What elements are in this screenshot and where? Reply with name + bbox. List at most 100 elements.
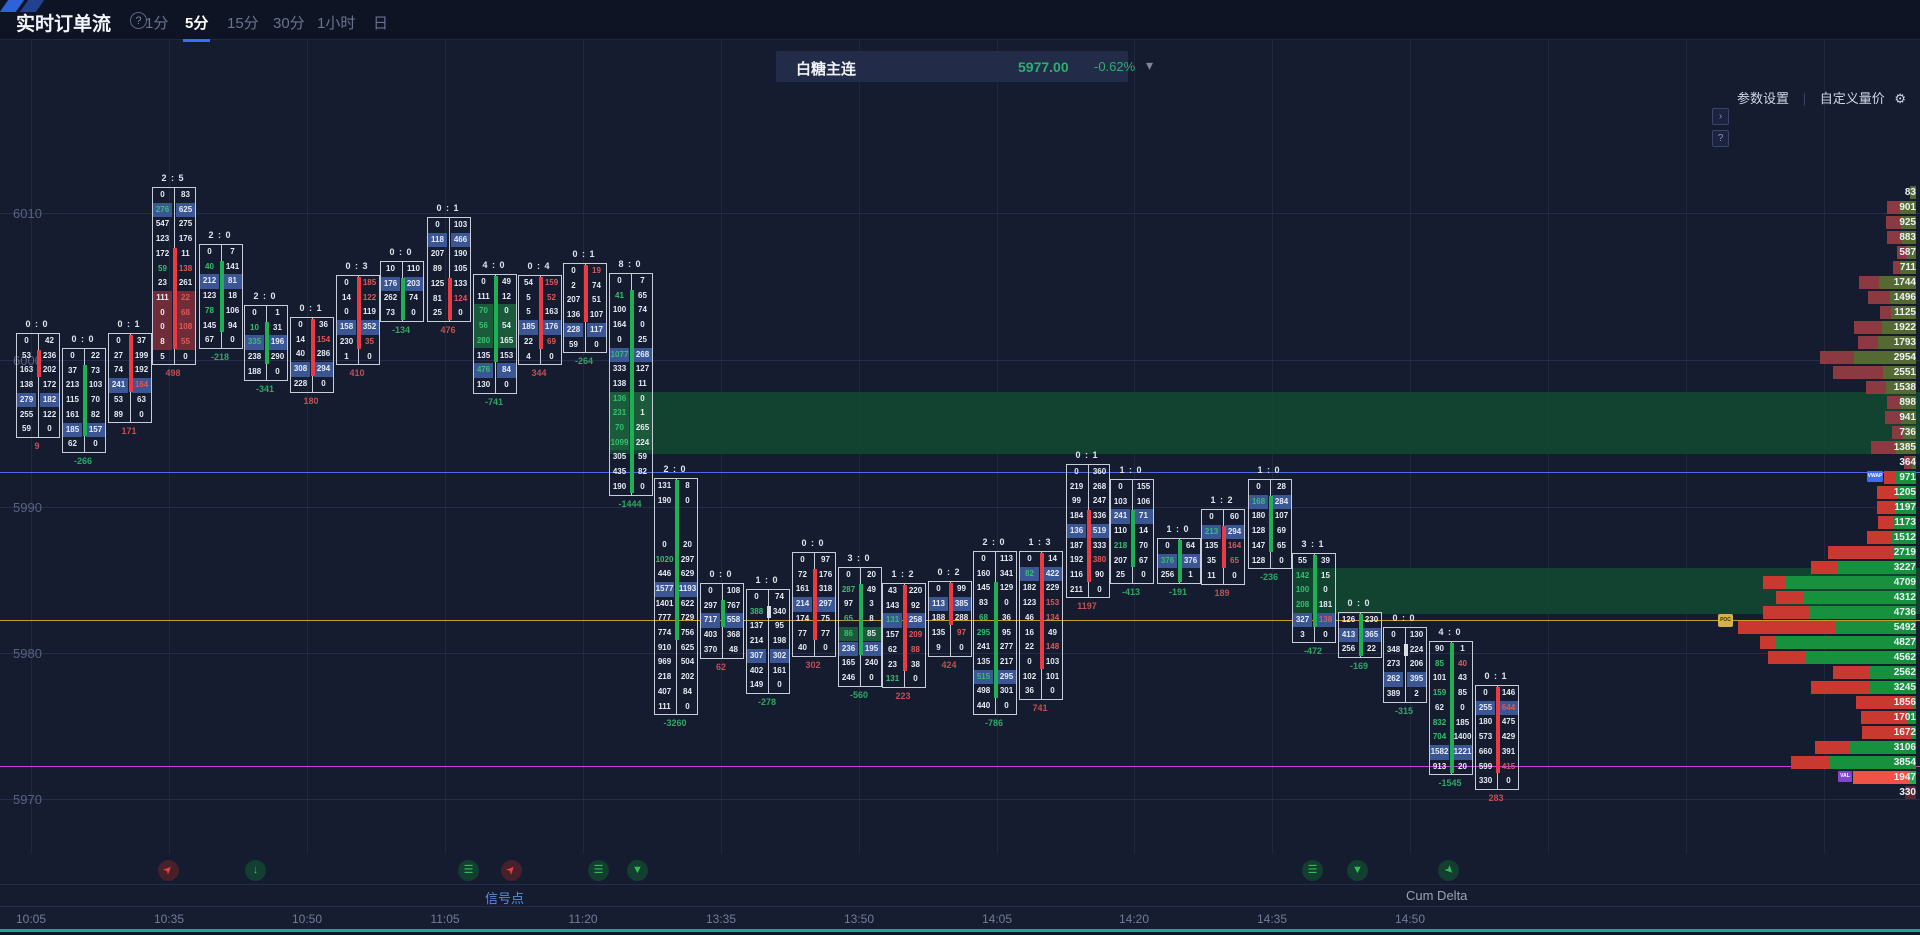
sell-volume-bar — [1815, 741, 1850, 754]
bid-cell: 660 — [1476, 745, 1495, 760]
tab-1hour[interactable]: 1小时 — [317, 12, 355, 33]
ask-cell: 341 — [997, 567, 1016, 582]
candle-body-line — [903, 585, 907, 671]
arrow-down-green-signal-icon[interactable]: ↓ — [245, 860, 266, 881]
layers-green-signal-icon[interactable]: ☰ — [1302, 860, 1323, 881]
bid-cell: 9 — [929, 641, 948, 656]
delta-footer: 498 — [138, 368, 208, 378]
triangle-down-green-signal-icon[interactable]: ▼ — [627, 860, 648, 881]
chevron-down-icon[interactable]: ▾ — [1146, 57, 1153, 74]
imbalance-header: 0 : 1 — [549, 249, 619, 259]
ask-cell: 0 — [314, 377, 333, 392]
time-axis[interactable]: 10:0510:3510:5011:0511:2013:3513:5014:05… — [0, 906, 1920, 929]
ask-cell: 82 — [86, 408, 105, 423]
bid-cell: 78 — [200, 304, 219, 319]
time-axis-label: 14:35 — [1242, 912, 1302, 926]
imbalance-header: 0 : 0 — [366, 247, 436, 257]
ask-cell: 340 — [770, 605, 789, 620]
bid-cell: 86 — [839, 627, 858, 642]
layers-green-signal-icon[interactable]: ☰ — [588, 860, 609, 881]
panel-help-button[interactable]: ? — [1712, 130, 1729, 147]
ask-cell: 127 — [633, 362, 652, 377]
bid-cell: 1077 — [610, 348, 629, 363]
ask-cell: 95 — [770, 619, 789, 634]
sell-volume-bar — [1877, 501, 1895, 514]
volume-profile-row: 3106 — [1815, 741, 1916, 754]
instrument-selector[interactable]: 白糖主连 5977.00 -0.62% ▾ — [776, 51, 1128, 82]
candle-body-line — [1269, 496, 1273, 553]
ask-cell: 0 — [497, 304, 516, 319]
bid-cell: 262 — [1384, 672, 1403, 687]
sell-volume-bar — [1811, 681, 1869, 694]
footprint-chart[interactable]: 601060005990598059700 : 0042532361632021… — [0, 40, 1920, 906]
bid-cell: 118 — [428, 233, 447, 248]
tab-5min[interactable]: 5分 — [185, 12, 208, 33]
volume-profile-value: 4827 — [1894, 636, 1916, 649]
bid-cell: 774 — [655, 626, 674, 641]
layers-green-signal-icon[interactable]: ☰ — [458, 860, 479, 881]
bid-cell: 65 — [839, 612, 858, 627]
ask-cell: 0 — [678, 494, 697, 509]
horizontal-gridline — [0, 507, 1920, 508]
delta-footer: 741 — [1005, 703, 1075, 713]
volume-profile-row: 1125 — [1880, 306, 1916, 319]
bid-cell: 14 — [291, 333, 310, 348]
ask-cell: 60 — [1225, 510, 1244, 525]
candle-box: 0360219268992471843361365191873331923801… — [1066, 464, 1110, 598]
bid-cell: 54 — [519, 276, 538, 291]
gear-icon[interactable]: ⚙ — [1894, 91, 1906, 106]
bid-cell: 40 — [200, 260, 219, 275]
tab-15min[interactable]: 15分 — [227, 12, 259, 33]
bid-cell: 126 — [1339, 613, 1358, 628]
imbalance-header: 1 : 0 — [1234, 465, 1304, 475]
bid-cell: 1099 — [610, 436, 629, 451]
volume-profile-row: 1672 — [1862, 726, 1916, 739]
bid-cell: 219 — [1067, 480, 1086, 495]
volume-profile-value: 330 — [1899, 786, 1916, 799]
ask-cell: 12 — [497, 290, 516, 305]
bid-cell: 295 — [974, 626, 993, 641]
volume-profile-row: 4736 — [1763, 606, 1916, 619]
volume-profile-value: 4709 — [1894, 576, 1916, 589]
ask-cell: 7 — [223, 245, 242, 260]
ask-cell: 0 — [816, 641, 835, 656]
tab-day[interactable]: 日 — [373, 12, 388, 33]
expand-button[interactable]: › — [1712, 108, 1729, 125]
bid-cell: 89 — [109, 408, 128, 423]
bid-cell — [655, 523, 674, 538]
tab-30min[interactable]: 30分 — [273, 12, 305, 33]
bid-cell: 0 — [153, 320, 172, 335]
ask-cell: 75 — [816, 612, 835, 627]
bid-cell: 0 — [63, 349, 82, 364]
bid-cell: 188 — [929, 611, 948, 626]
bid-cell: 185 — [519, 320, 538, 335]
bid-cell: 207 — [428, 247, 447, 262]
horizontal-gridline — [0, 799, 1920, 800]
volume-profile-row: 4827 — [1760, 636, 1916, 649]
ask-cell: 37 — [132, 334, 151, 349]
bid-cell: 0 — [153, 188, 172, 203]
sell-volume-bar — [1828, 546, 1894, 559]
bid-cell: 307 — [747, 649, 766, 664]
bid-cell: 97 — [839, 597, 858, 612]
bid-cell: 55 — [1293, 554, 1312, 569]
ask-cell: 92 — [906, 599, 925, 614]
ask-cell: 265 — [633, 421, 652, 436]
bid-cell: 213 — [1202, 525, 1221, 540]
tab-1min[interactable]: 1分 — [145, 12, 168, 33]
bid-cell: 90 — [1430, 642, 1449, 657]
gauge-green-signal-icon[interactable]: ➤ — [1438, 860, 1459, 881]
gauge-red-signal-icon[interactable]: ➤ — [158, 860, 179, 881]
param-settings-button[interactable]: 参数设置 — [1737, 91, 1789, 106]
imbalance-header: 0 : 1 — [1052, 450, 1122, 460]
ask-cell: 202 — [40, 363, 59, 378]
bid-cell: 0 — [1111, 480, 1130, 495]
triangle-down-green-signal-icon[interactable]: ▼ — [1347, 860, 1368, 881]
custom-volume-button[interactable]: 自定义量价 — [1820, 91, 1885, 106]
bid-cell: 168 — [1249, 495, 1268, 510]
bid-cell: 236 — [839, 642, 858, 657]
gauge-red-signal-icon[interactable]: ➤ — [501, 860, 522, 881]
ask-cell: 113 — [997, 552, 1016, 567]
ask-cell: 288 — [952, 611, 971, 626]
volume-profile-value: 736 — [1899, 426, 1916, 439]
